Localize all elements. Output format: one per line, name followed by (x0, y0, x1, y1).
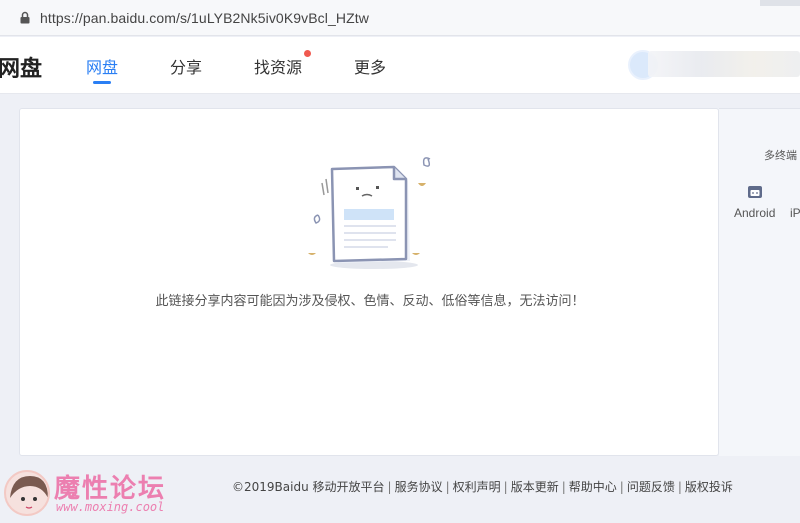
footer-separator: | (387, 480, 392, 494)
watermark-avatar-illustration (4, 470, 50, 516)
nav-label: 更多 (354, 59, 387, 77)
side-panel-title: 多终端 (764, 149, 797, 162)
android-icon[interactable] (747, 185, 763, 199)
footer-link[interactable]: 版本更新 (511, 480, 559, 494)
footer-link[interactable]: 移动开放平台 (313, 480, 385, 494)
url-text[interactable]: https://pan.baidu.com/s/1uLYB2Nk5iv0K9vB… (40, 10, 369, 26)
lock-icon (18, 11, 32, 25)
forum-watermark: 魔性论坛 www.moxing.cool (4, 468, 184, 520)
share-content-card: 此链接分享内容可能因为涉及侵权、色情、反动、低俗等信息，无法访问！ (19, 108, 719, 456)
browser-address-bar[interactable]: https://pan.baidu.com/s/1uLYB2Nk5iv0K9vB… (0, 0, 800, 36)
footer-separator: | (561, 480, 566, 494)
active-tab-indicator (93, 81, 111, 84)
footer-link[interactable]: 帮助中心 (569, 480, 617, 494)
nav-item-find-resources[interactable]: 找资源 (254, 37, 312, 94)
blurred-user-info (648, 51, 800, 77)
notification-dot (304, 50, 312, 57)
nav-label: 网盘 (86, 59, 119, 77)
brand-logo[interactable]: 网盘 (0, 51, 42, 83)
platform-ios-label[interactable]: iP (790, 206, 800, 220)
nav-item-share[interactable]: 分享 (170, 37, 202, 94)
nav-item-netdisk[interactable]: 网盘 (86, 37, 118, 94)
platform-android-label[interactable]: Android (734, 206, 775, 220)
footer-separator: | (503, 480, 508, 494)
nav-label: 找资源 (254, 59, 303, 77)
footer-link[interactable]: 版权投诉 (685, 480, 733, 494)
site-header: 网盘 网盘 分享 找资源 更多 (0, 37, 800, 94)
main-nav: 网盘 分享 找资源 更多 (86, 37, 438, 94)
copyright-text: ©2019Baidu (232, 480, 309, 494)
nav-item-more[interactable]: 更多 (354, 37, 386, 94)
footer-separator: | (677, 480, 682, 494)
download-clients-panel: 多终端 Android iP (719, 108, 800, 456)
access-denied-message: 此链接分享内容可能因为涉及侵权、色情、反动、低俗等信息，无法访问！ (155, 294, 585, 309)
nav-label: 分享 (170, 59, 203, 77)
footer-link[interactable]: 问题反馈 (627, 480, 675, 494)
footer-link[interactable]: 服务协议 (395, 480, 443, 494)
footer-link[interactable]: 权利声明 (453, 480, 501, 494)
footer-separator: | (445, 480, 450, 494)
watermark-url: www.moxing.cool (56, 500, 165, 514)
document-error-illustration (308, 157, 431, 269)
address-bar-right-edge (760, 0, 800, 6)
footer-separator: | (619, 480, 624, 494)
